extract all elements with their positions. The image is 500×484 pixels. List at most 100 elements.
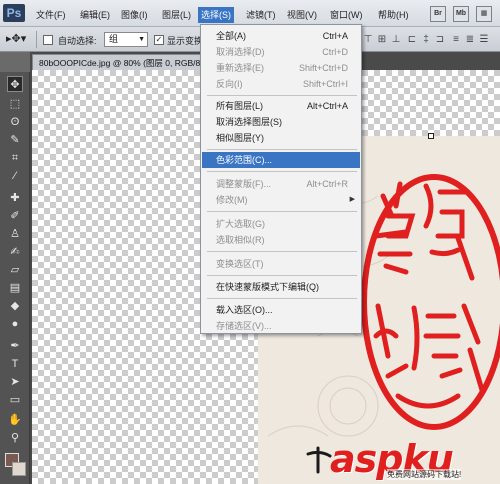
crop-tool-icon[interactable]: ⌗ <box>7 150 23 166</box>
quick-selection-tool-icon[interactable]: ✎ <box>7 132 23 148</box>
menu-layer[interactable]: 图层(L) <box>162 8 191 22</box>
eyedropper-tool-icon[interactable]: ⁄ <box>7 168 23 184</box>
auto-select-target-dropdown[interactable]: 组 ▼ <box>104 32 148 47</box>
move-tool-preset-icon[interactable]: ▸✥▾ <box>6 32 32 47</box>
menu-bar: Ps 文件(F) 编辑(E) 图像(I) 图层(L) 选择(S) 滤镜(T) 视… <box>0 0 500 27</box>
watermark-tagline: 免费网站源码下载站! <box>387 469 462 480</box>
menu-item-similar[interactable]: 选取相似(R) <box>202 232 360 248</box>
menu-item-label: 扩大选取(G) <box>216 219 265 229</box>
menu-view[interactable]: 视图(V) <box>287 8 317 22</box>
align-right-icon[interactable]: ⊐ <box>434 34 446 46</box>
hand-tool-icon[interactable]: ✋ <box>7 412 23 428</box>
menu-item-label: 变换选区(T) <box>216 259 264 269</box>
mini-bridge-icon[interactable]: Mb <box>453 6 469 22</box>
align-vertical-center-icon[interactable]: ⊞ <box>376 34 388 46</box>
menu-item-label: 所有图层(L) <box>216 101 263 111</box>
menu-item-color-range[interactable]: 色彩范围(C)... <box>202 152 360 168</box>
distribute-center-icon[interactable]: ≣ <box>464 34 476 46</box>
menu-item-deselect-layers[interactable]: 取消选择图层(S) <box>202 114 360 130</box>
menu-item-label: 修改(M) <box>216 195 248 205</box>
menu-edit[interactable]: 编辑(E) <box>80 8 110 22</box>
distribute-top-icon[interactable]: ≡ <box>450 34 462 46</box>
transform-handle-top[interactable] <box>428 133 434 139</box>
menu-separator <box>207 251 357 252</box>
align-bottom-icon[interactable]: ⊥ <box>390 34 402 46</box>
dropdown-value: 组 <box>109 34 119 44</box>
menu-item-label: 相似图层(Y) <box>216 133 264 143</box>
menu-item-select-all[interactable]: 全部(A) Ctrl+A <box>202 28 360 44</box>
menu-item-label: 调整蒙版(F)... <box>216 179 271 189</box>
menu-item-reselect[interactable]: 重新选择(E) Shift+Ctrl+D <box>202 60 360 76</box>
healing-brush-tool-icon[interactable]: ✚ <box>7 190 23 206</box>
menu-item-inverse[interactable]: 反向(I) Shift+Ctrl+I <box>202 76 360 92</box>
menu-filter[interactable]: 滤镜(T) <box>246 8 276 22</box>
history-brush-tool-icon[interactable]: ✍ <box>7 244 23 260</box>
align-top-icon[interactable]: ⊤ <box>362 34 374 46</box>
menu-item-grow[interactable]: 扩大选取(G) <box>202 216 360 232</box>
menu-item-all-layers[interactable]: 所有图层(L) Alt+Ctrl+A <box>202 98 360 114</box>
menu-item-label: 反向(I) <box>216 79 243 89</box>
menu-item-shortcut: Alt+Ctrl+A <box>306 101 348 111</box>
brush-tool-icon[interactable]: ✐ <box>7 208 23 224</box>
menu-item-shortcut: Ctrl+A <box>322 31 348 41</box>
pen-tool-icon[interactable]: ✒ <box>7 338 23 354</box>
menu-item-label: 存储选区(V)... <box>216 321 272 331</box>
show-transform-controls-checkbox[interactable]: ✓ <box>154 35 164 45</box>
blur-tool-icon[interactable]: ◆ <box>7 298 23 314</box>
bridge-icon[interactable]: Br <box>430 6 446 22</box>
move-tool-icon[interactable]: ✥ <box>7 76 23 92</box>
menu-help[interactable]: 帮助(H) <box>378 8 409 22</box>
clone-stamp-tool-icon[interactable]: ♙ <box>7 226 23 242</box>
eraser-tool-icon[interactable]: ▱ <box>7 262 23 278</box>
menu-separator <box>207 171 357 172</box>
menu-select[interactable]: 选择(S) <box>198 7 234 23</box>
auto-select-label: 自动选择: <box>58 36 97 46</box>
menu-item-label: 重新选择(E) <box>216 63 264 73</box>
dodge-tool-icon[interactable]: ● <box>7 316 23 332</box>
marquee-tool-icon[interactable]: ⬚ <box>7 96 23 112</box>
tools-panel: ✥ ⬚ ʘ ✎ ⌗ ⁄ ✚ ✐ ♙ ✍ ▱ ▤ ◆ ● ✒ T ➤ ▭ ✋ ⚲ <box>0 52 30 484</box>
select-menu-dropdown: 全部(A) Ctrl+A 取消选择(D) Ctrl+D 重新选择(E) Shif… <box>200 24 362 334</box>
menu-item-similar-layers[interactable]: 相似图层(Y) <box>202 130 360 146</box>
menu-item-modify[interactable]: 修改(M) ▶ <box>202 192 360 208</box>
menu-separator <box>207 275 357 276</box>
document-title: 80bOOOPICde.jpg @ 80% (图层 0, RGB/8) <box>39 58 204 68</box>
menu-item-transform-selection[interactable]: 变换选区(T) <box>202 256 360 272</box>
menu-item-label: 取消选择(D) <box>216 47 265 57</box>
chevron-down-icon: ▼ <box>138 36 145 43</box>
menu-item-label: 载入选区(O)... <box>216 305 273 315</box>
photoshop-logo: Ps <box>3 4 25 22</box>
align-horizontal-center-icon[interactable]: ‡ <box>420 34 432 46</box>
menu-file[interactable]: 文件(F) <box>36 8 66 22</box>
menu-item-shortcut: Shift+Ctrl+I <box>302 79 348 89</box>
path-selection-tool-icon[interactable]: ➤ <box>7 374 23 390</box>
auto-select-checkbox[interactable] <box>43 35 53 45</box>
menu-item-quick-mask[interactable]: 在快速蒙版模式下编辑(Q) <box>202 279 360 295</box>
menu-separator <box>207 95 357 96</box>
menu-item-shortcut: Shift+Ctrl+D <box>298 63 348 73</box>
shape-tool-icon[interactable]: ▭ <box>7 392 23 408</box>
lasso-tool-icon[interactable]: ʘ <box>7 114 23 130</box>
menu-item-save-selection[interactable]: 存储选区(V)... <box>202 318 360 334</box>
menu-item-deselect[interactable]: 取消选择(D) Ctrl+D <box>202 44 360 60</box>
background-color-swatch[interactable] <box>12 462 26 476</box>
menu-item-label: 在快速蒙版模式下编辑(Q) <box>216 282 319 292</box>
zoom-tool-icon[interactable]: ⚲ <box>7 430 23 446</box>
menu-window[interactable]: 窗口(W) <box>330 8 363 22</box>
menu-item-load-selection[interactable]: 载入选区(O)... <box>202 302 360 318</box>
type-tool-icon[interactable]: T <box>7 356 23 372</box>
menu-item-label: 全部(A) <box>216 31 246 41</box>
submenu-arrow-icon: ▶ <box>349 196 355 203</box>
menu-item-shortcut: Ctrl+D <box>322 47 348 57</box>
distribute-bottom-icon[interactable]: ☰ <box>478 34 490 46</box>
arrange-documents-icon[interactable]: ▦ <box>476 6 492 22</box>
document-tab[interactable]: 80bOOOPICde.jpg @ 80% (图层 0, RGB/8) <box>32 54 210 70</box>
menu-separator <box>207 211 357 212</box>
align-left-icon[interactable]: ⊏ <box>406 34 418 46</box>
menu-image[interactable]: 图像(I) <box>121 8 148 22</box>
tools-panel-header[interactable] <box>0 52 30 72</box>
gradient-tool-icon[interactable]: ▤ <box>7 280 23 296</box>
menu-item-label: 色彩范围(C)... <box>216 155 272 165</box>
menu-item-refine-mask[interactable]: 调整蒙版(F)... Alt+Ctrl+R <box>202 176 360 192</box>
menu-separator <box>207 149 357 150</box>
